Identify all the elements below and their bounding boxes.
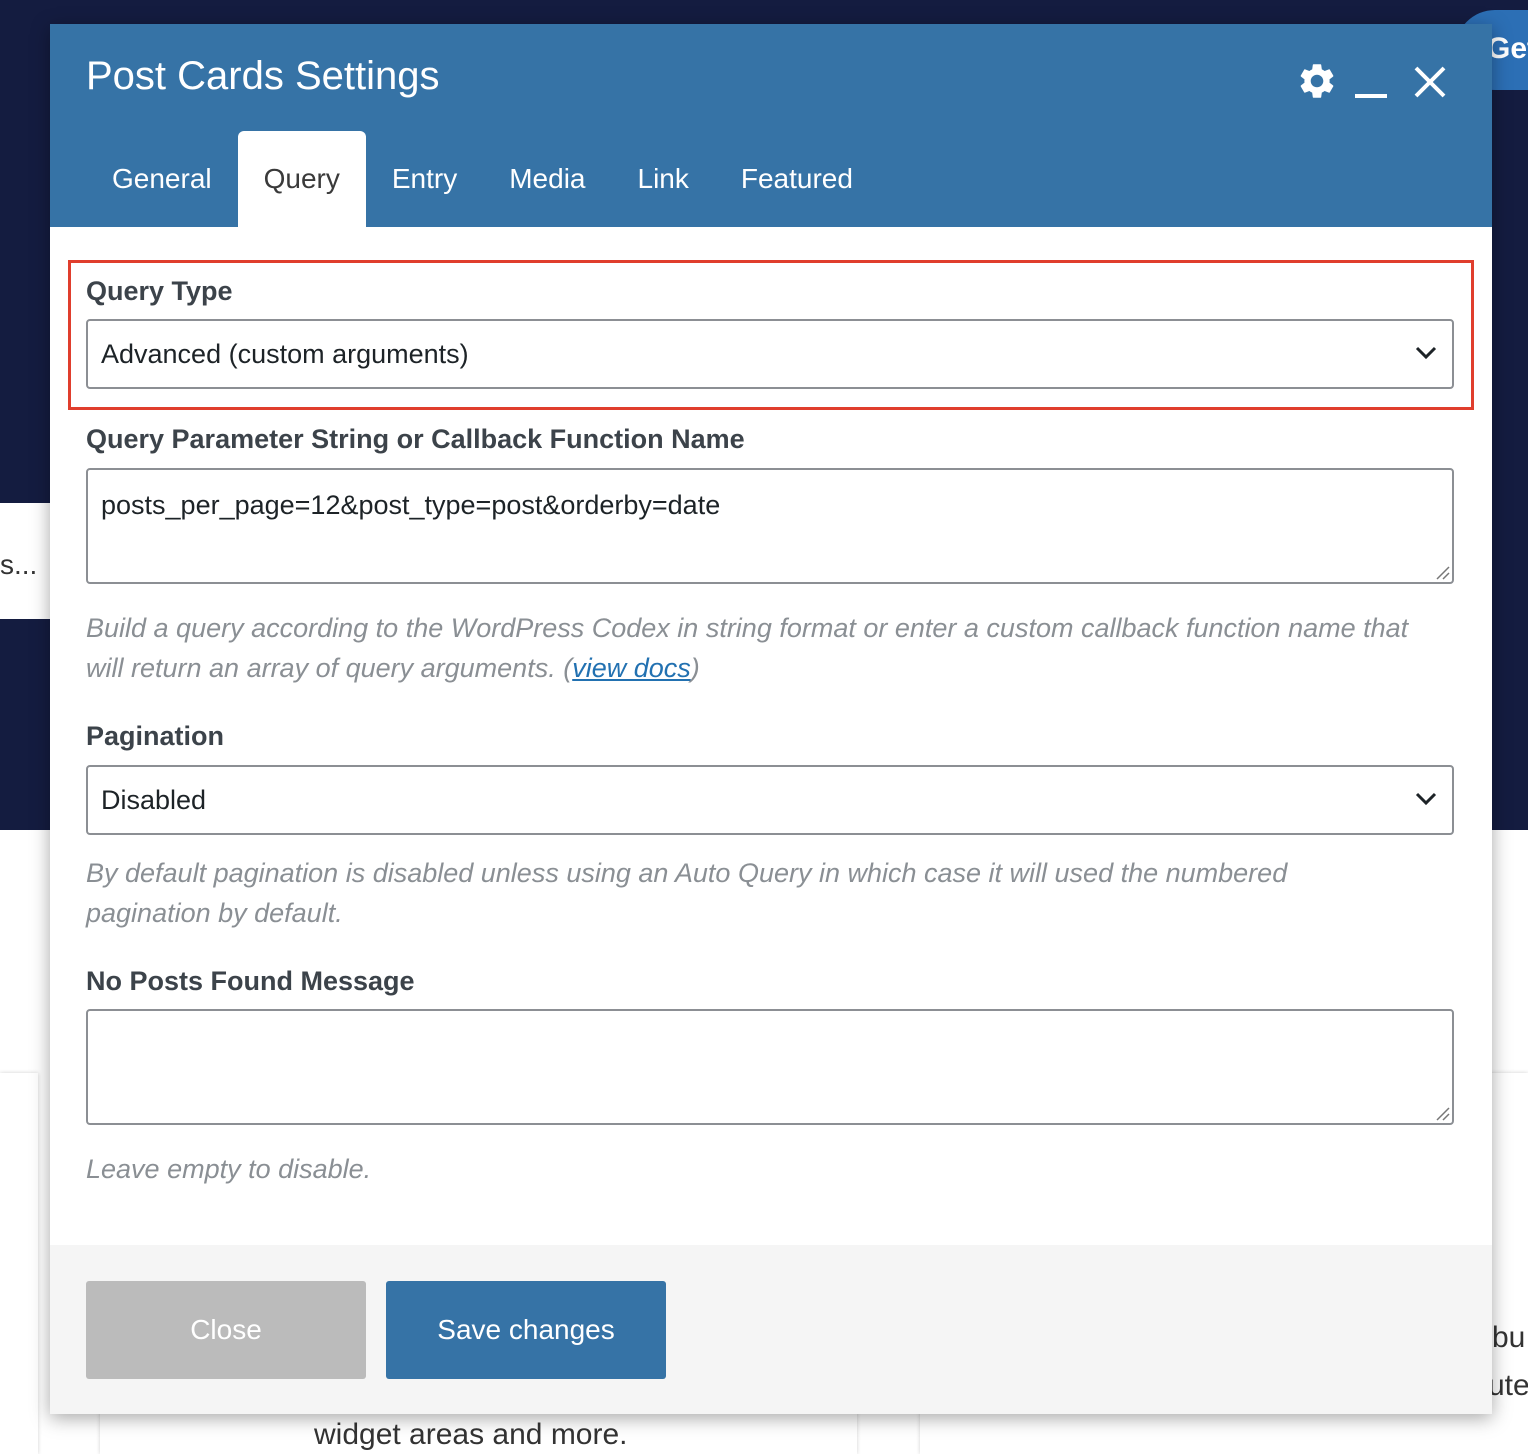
query-type-select[interactable]: Advanced (custom arguments) bbox=[86, 319, 1454, 389]
no-posts-message-label: No Posts Found Message bbox=[86, 966, 415, 996]
tab-general[interactable]: General bbox=[86, 131, 238, 227]
background-card-left: s... bbox=[0, 503, 50, 619]
tab-link[interactable]: Link bbox=[612, 131, 715, 227]
resize-handle-icon[interactable] bbox=[1434, 564, 1450, 580]
close-button[interactable]: Close bbox=[86, 1281, 366, 1379]
pagination-value: Disabled bbox=[101, 785, 207, 815]
query-params-help-text: Build a query according to the WordPress… bbox=[86, 613, 1409, 683]
settings-modal: Post Cards Settings General Query Entry … bbox=[50, 24, 1492, 1414]
tab-media[interactable]: Media bbox=[483, 131, 611, 227]
pagination-label: Pagination bbox=[86, 721, 225, 751]
tab-featured[interactable]: Featured bbox=[715, 131, 879, 227]
background-card-bottom-left bbox=[0, 1073, 38, 1454]
chevron-down-icon bbox=[1415, 792, 1437, 806]
pagination-select[interactable]: Disabled bbox=[86, 765, 1454, 835]
close-icon[interactable] bbox=[1412, 64, 1448, 100]
query-type-value: Advanced (custom arguments) bbox=[101, 339, 469, 369]
tab-query[interactable]: Query bbox=[237, 131, 366, 227]
save-changes-button[interactable]: Save changes bbox=[386, 1281, 666, 1379]
background-card-bottom-text: widget areas and more. bbox=[314, 1418, 628, 1451]
query-type-label: Query Type bbox=[86, 276, 233, 306]
background-card-right-text-1: bu bbox=[1492, 1321, 1526, 1354]
modal-footer: Close Save changes bbox=[50, 1245, 1492, 1414]
no-posts-message-help: Leave empty to disable. bbox=[86, 1154, 372, 1184]
query-params-textarea[interactable]: posts_per_page=12&post_type=post&orderby… bbox=[86, 468, 1454, 584]
background-card-left-text: s... bbox=[0, 549, 38, 580]
modal-header: Post Cards Settings General Query Entry … bbox=[50, 24, 1492, 227]
gear-icon[interactable] bbox=[1296, 60, 1338, 102]
query-params-help-end: ) bbox=[690, 653, 700, 683]
resize-handle-icon[interactable] bbox=[1434, 1105, 1450, 1121]
background-card-right-text-2: ute bbox=[1488, 1369, 1528, 1402]
tab-entry[interactable]: Entry bbox=[366, 131, 483, 227]
query-params-value: posts_per_page=12&post_type=post&orderby… bbox=[101, 490, 721, 520]
query-params-label: Query Parameter String or Callback Funct… bbox=[86, 424, 745, 454]
modal-title: Post Cards Settings bbox=[86, 54, 440, 98]
query-params-help: Build a query according to the WordPress… bbox=[86, 608, 1416, 688]
view-docs-link[interactable]: view docs bbox=[572, 653, 691, 683]
settings-tabs: General Query Entry Media Link Featured bbox=[86, 131, 879, 227]
pagination-help: By default pagination is disabled unless… bbox=[86, 858, 1288, 928]
chevron-down-icon bbox=[1415, 346, 1437, 360]
no-posts-message-textarea[interactable] bbox=[86, 1009, 1454, 1125]
background-get-button-label: Get bbox=[1487, 32, 1528, 65]
minimize-icon[interactable] bbox=[1355, 94, 1387, 98]
